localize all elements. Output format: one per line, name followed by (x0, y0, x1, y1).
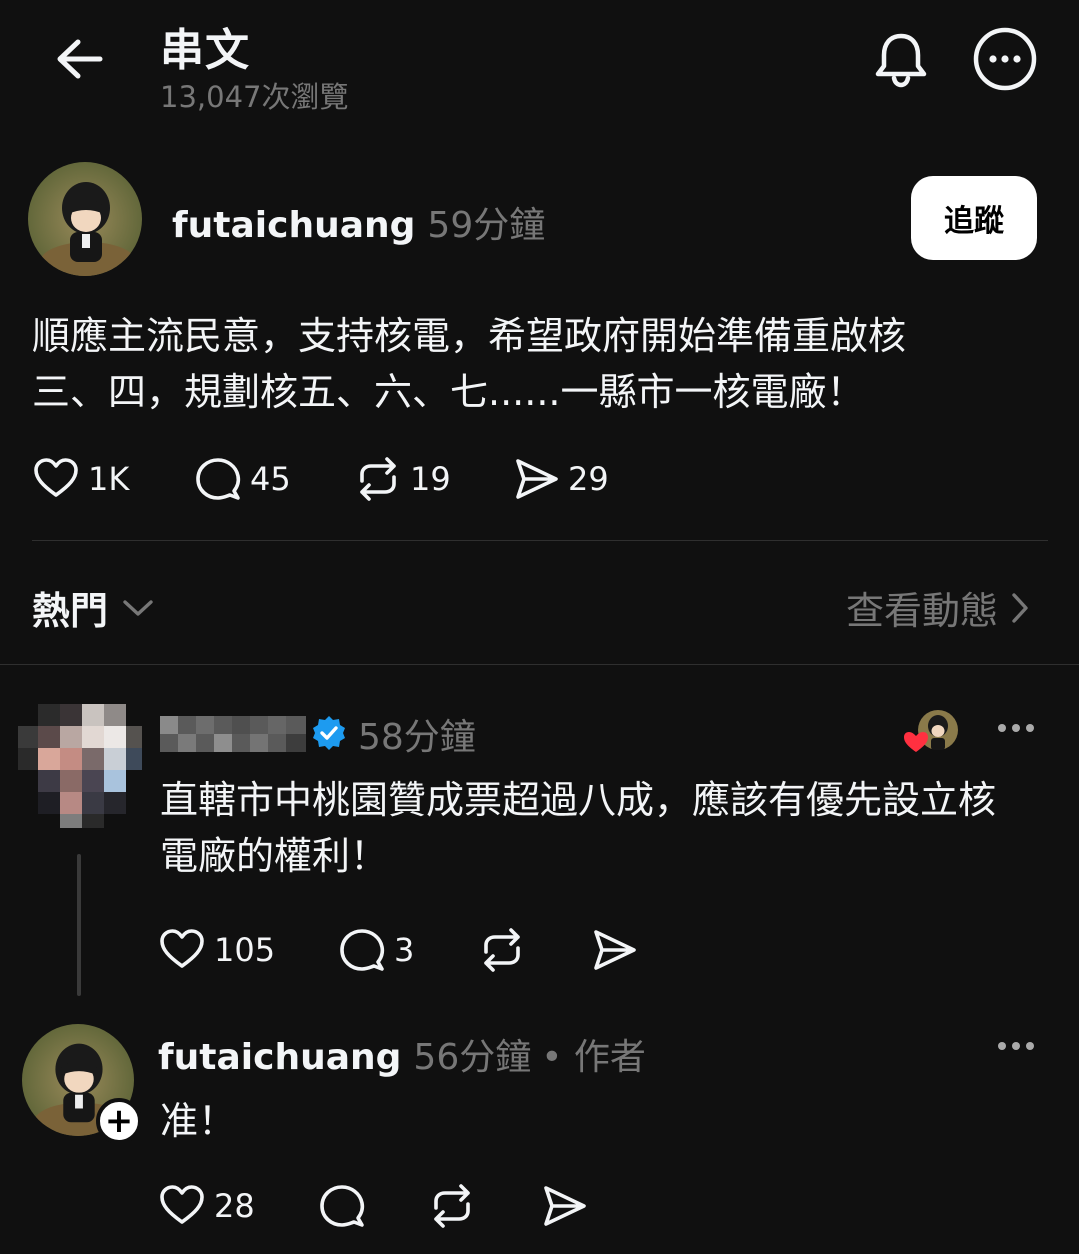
reply-count: 3 (394, 931, 415, 969)
like-button[interactable]: 105 (158, 926, 338, 974)
comment-icon (340, 929, 385, 971)
chevron-right-icon (1012, 592, 1028, 623)
sort-label: 熱門 (32, 589, 109, 633)
send-icon (516, 459, 558, 499)
share-count: 29 (568, 460, 609, 498)
heart-icon (34, 458, 78, 497)
comment-body: 直轄市中桃園贊成票超過八成，應該有優先設立核 電廠的權利！ (160, 772, 1040, 884)
comment-icon (320, 1185, 365, 1227)
comment-author: futaichuang 56分鐘 • 作者 (158, 1028, 646, 1080)
back-button[interactable] (52, 34, 108, 84)
repost-button[interactable] (478, 926, 590, 974)
chevron-down-icon (123, 599, 153, 616)
like-count: 105 (214, 931, 276, 969)
post-text-line: 順應主流民意，支持核電，希望政府開始準備重啟核 (32, 314, 907, 358)
comment-time: 56分鐘 (413, 1037, 532, 1078)
reply-count: 45 (250, 460, 291, 498)
post-actions: 1K 45 19 29 (32, 455, 609, 503)
view-count: 13,047次瀏覽 (160, 80, 349, 114)
comment-time: 58分鐘 (358, 717, 476, 758)
divider (32, 540, 1048, 541)
activity-label: 查看動態 (846, 589, 999, 633)
heart-icon (160, 1185, 204, 1224)
post-text-line: 三、四，規劃核五、六、七......一縣市一核電廠！ (32, 370, 865, 414)
share-button[interactable]: 29 (512, 455, 609, 503)
like-button[interactable]: 1K (32, 455, 194, 503)
more-horizontal-icon (998, 724, 1034, 732)
author-username[interactable]: futaichuang (172, 205, 415, 246)
repost-icon (360, 457, 396, 501)
author-tag: • 作者 (541, 1037, 646, 1078)
repost-icon (434, 1184, 470, 1228)
send-icon (544, 1186, 586, 1226)
comment-text-line: 直轄市中桃園贊成票超過八成，應該有優先設立核 (160, 778, 997, 822)
author-avatar[interactable] (28, 162, 142, 276)
commenter-avatar[interactable] (18, 704, 142, 828)
bell-icon (875, 33, 927, 88)
arrow-left-icon (57, 39, 103, 79)
comment-actions: 105 3 (158, 926, 638, 974)
share-button[interactable] (540, 1182, 588, 1230)
like-button[interactable]: 28 (158, 1182, 318, 1230)
comment-text-line: 電廠的權利！ (160, 834, 389, 878)
comment-more-button[interactable] (994, 706, 1038, 750)
repost-count: 19 (410, 460, 451, 498)
post-time: 59分鐘 (427, 205, 546, 246)
reply-button[interactable]: 45 (194, 455, 354, 503)
repost-button[interactable]: 19 (354, 455, 512, 503)
comment-more-button[interactable] (994, 1024, 1038, 1068)
post-author: futaichuang 59分鐘 (172, 196, 545, 248)
repost-button[interactable] (428, 1182, 540, 1230)
page-title: 串文 (160, 25, 250, 76)
like-count: 1K (88, 460, 130, 498)
like-count: 28 (214, 1187, 255, 1225)
post-body: 順應主流民意，支持核電，希望政府開始準備重啟核 三、四，規劃核五、六、七....… (32, 308, 1032, 420)
more-circle-icon (973, 27, 1037, 91)
comment-icon (196, 458, 241, 500)
heart-icon (160, 929, 204, 968)
more-options-button[interactable] (972, 26, 1038, 92)
reply-button[interactable]: 3 (338, 926, 478, 974)
reply-button[interactable] (318, 1182, 428, 1230)
view-activity-link[interactable]: 查看動態 (846, 580, 1030, 635)
verified-badge-icon (310, 714, 348, 752)
comment-body: 准！ (160, 1099, 237, 1143)
follow-plus-icon[interactable]: + (96, 1098, 142, 1144)
comment-username[interactable]: futaichuang (158, 1037, 401, 1078)
commenter-username-redacted[interactable] (160, 716, 306, 752)
more-horizontal-icon (998, 1042, 1034, 1050)
notify-button[interactable] (870, 28, 932, 90)
comment-actions: 28 (158, 1182, 588, 1230)
divider (0, 664, 1079, 665)
sort-dropdown[interactable]: 熱門 (32, 580, 154, 635)
repost-icon (484, 928, 520, 972)
share-button[interactable] (590, 926, 638, 974)
send-icon (594, 930, 636, 970)
thread-line (77, 854, 81, 996)
follow-button[interactable]: 追蹤 (911, 176, 1037, 260)
author-liked-indicator (902, 708, 962, 758)
